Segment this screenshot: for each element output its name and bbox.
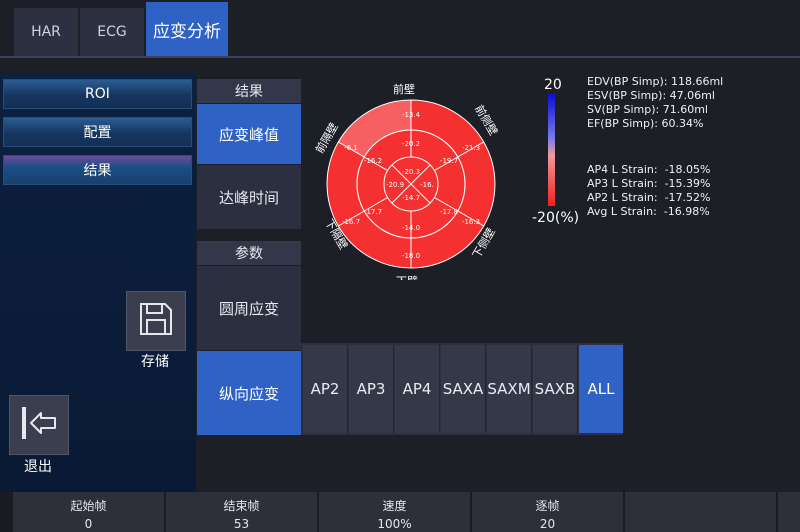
speed-value: 100% (377, 517, 412, 531)
stat-ap3-strain: AP3 L Strain: -15.39% (587, 177, 711, 190)
frame-step-value: 20 (539, 517, 556, 531)
value-basal-6: -6.1 (344, 144, 358, 152)
bottom-edge-slot (778, 492, 800, 532)
value-mid-1: -20.2 (402, 140, 420, 148)
speed-control[interactable]: 速度 100% (319, 492, 470, 532)
value-basal-3: -16.3 (462, 218, 480, 226)
longitudinal-strain-button[interactable]: 纵向应变 (197, 351, 301, 435)
colorbar-min-label: -20(%) (532, 210, 580, 226)
value-mid-2: -19.7 (440, 157, 458, 165)
exit-icon (17, 401, 61, 449)
view-saxm-button[interactable]: SAXM (487, 345, 532, 433)
tab-ecg[interactable]: ECG (80, 8, 144, 56)
params-header: 参数 (197, 241, 301, 265)
stat-ef: EF(BP Simp): 60.34% (587, 117, 704, 130)
frame-step-title: 逐帧 (535, 499, 560, 513)
peak-strain-button[interactable]: 应变峰值 (197, 104, 301, 164)
value-mid-6: -16.2 (364, 157, 382, 165)
nav-config-button[interactable]: 配置 (3, 117, 192, 147)
value-apical-2: -16. (420, 181, 434, 189)
value-apical-4: -20.9 (386, 181, 404, 189)
start-frame-control[interactable]: 起始帧 0 (13, 492, 164, 532)
value-basal-1: -13.4 (402, 111, 421, 119)
results-header: 结果 (197, 79, 301, 103)
save-icon (137, 300, 175, 342)
value-basal-4: -18.0 (402, 252, 420, 260)
tab-strain-analysis[interactable]: 应变分析 (146, 2, 228, 56)
circumferential-strain-button[interactable]: 圆周应变 (197, 266, 301, 350)
view-ap3-button[interactable]: AP3 (349, 345, 394, 433)
stat-sv: SV(BP Simp): 71.60ml (587, 103, 708, 116)
value-apical-3: -14.7 (402, 194, 420, 202)
save-button[interactable] (126, 291, 186, 351)
save-label: 存储 (141, 354, 169, 370)
bullseye-segments (326, 99, 496, 269)
wall-label-anterior: 前壁 (393, 82, 415, 96)
end-frame-value: 53 (233, 517, 250, 531)
end-frame-title: 结束帧 (223, 499, 260, 513)
view-all-button[interactable]: ALL (579, 345, 624, 433)
start-frame-value: 0 (84, 517, 93, 531)
stat-ap4-strain: AP4 L Strain: -18.05% (587, 163, 711, 176)
nav-result-button[interactable]: 结果 (3, 155, 192, 185)
bullseye-plot: -13.4 -21.3 -16.3 -18.0 -16.7 -6.1 -20.2… (312, 82, 501, 280)
stat-esv: ESV(BP Simp): 47.06ml (587, 89, 715, 102)
stat-edv: EDV(BP Simp): 118.66ml (587, 75, 724, 88)
value-mid-5: -17.7 (364, 208, 382, 216)
view-saxa-button[interactable]: SAXA (441, 345, 486, 433)
value-basal-5: -16.7 (342, 218, 360, 226)
bottom-empty-slot (625, 492, 776, 532)
value-mid-4: -14.0 (402, 224, 420, 232)
view-saxb-button[interactable]: SAXB (533, 345, 578, 433)
exit-label: 退出 (24, 459, 52, 475)
time-to-peak-button[interactable]: 达峰时间 (197, 165, 301, 229)
colorbar-max-label: 20 (544, 77, 562, 93)
view-ap2-button[interactable]: AP2 (303, 345, 348, 433)
value-basal-2: -21.3 (462, 144, 480, 152)
value-apical-1: -20.3 (402, 168, 420, 176)
speed-title: 速度 (382, 499, 407, 513)
tab-har[interactable]: HAR (14, 8, 78, 56)
exit-button[interactable] (9, 395, 69, 455)
wall-label-inferior: 下壁 (396, 274, 418, 280)
colorbar (548, 93, 555, 206)
stat-ap2-strain: AP2 L Strain: -17.52% (587, 191, 711, 204)
nav-roi-button[interactable]: ROI (3, 79, 192, 109)
tab-divider (0, 56, 800, 58)
frame-step-control[interactable]: 逐帧 20 (472, 492, 623, 532)
value-mid-3: -17.8 (440, 208, 458, 216)
start-frame-title: 起始帧 (70, 499, 107, 513)
end-frame-control[interactable]: 结束帧 53 (166, 492, 317, 532)
stat-avg-strain: Avg L Strain: -16.98% (587, 205, 710, 218)
view-ap4-button[interactable]: AP4 (395, 345, 440, 433)
